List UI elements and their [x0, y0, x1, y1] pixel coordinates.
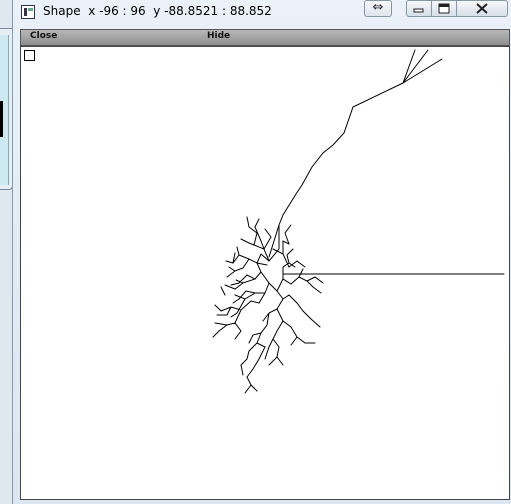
- double-arrow-icon: ⇔: [372, 0, 384, 15]
- close-menu-button[interactable]: Close: [30, 31, 57, 41]
- maximize-button[interactable]: [431, 0, 457, 17]
- close-button[interactable]: [456, 0, 508, 17]
- maximize-icon: [438, 3, 450, 14]
- app-icon[interactable]: [21, 5, 35, 19]
- minimize-button[interactable]: [406, 0, 432, 17]
- title-bar[interactable]: Shape x -96 : 96 y -88.8521 : 88.852 ⇔: [13, 0, 511, 26]
- main-trunk: [268, 82, 404, 258]
- minimize-icon: [413, 8, 424, 13]
- fractal-tree-shape: [212, 49, 505, 394]
- hide-menu-button[interactable]: Hide: [207, 31, 230, 41]
- caption-buttons: [406, 0, 511, 18]
- drawing-canvas[interactable]: [20, 46, 510, 500]
- cluster-branches: [212, 216, 324, 394]
- resize-button[interactable]: ⇔: [364, 0, 392, 17]
- shape-window: Shape x -96 : 96 y -88.8521 : 88.852 ⇔ C…: [12, 0, 511, 504]
- close-icon: [476, 3, 488, 14]
- background-window-scrollbar: [0, 101, 3, 137]
- window-title: Shape x -96 : 96 y -88.8521 : 88.852: [43, 4, 272, 18]
- toolbar: Close Hide: [20, 29, 510, 46]
- shape-drawing: [212, 49, 505, 394]
- top-fan: [402, 49, 443, 84]
